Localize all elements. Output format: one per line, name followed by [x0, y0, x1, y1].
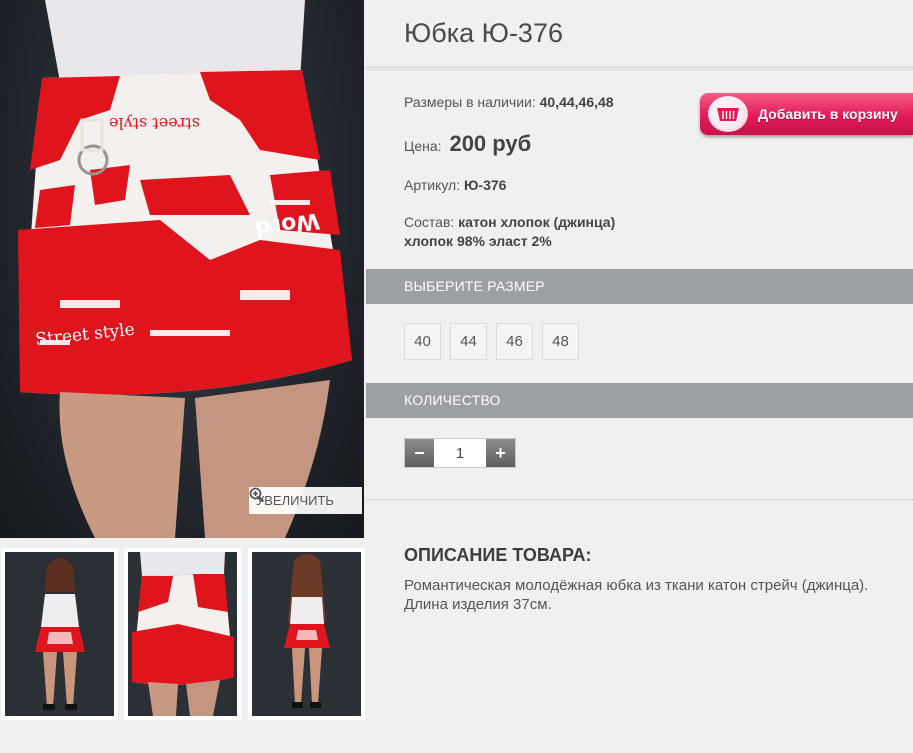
size-option-46[interactable]: 46 [496, 323, 533, 360]
main-product-photo[interactable]: Street style Word street style УВЕЛИЧИТЬ [0, 0, 364, 538]
magnifier-plus-icon [249, 487, 265, 503]
composition: Состав: катон хлопок (джинца) хлопок 98%… [404, 213, 615, 251]
quantity-plus-button[interactable]: + [486, 439, 515, 467]
composition-label: Состав: [404, 214, 455, 230]
thumbnail-back-full[interactable] [248, 548, 365, 720]
price: Цена: 200 руб [404, 131, 531, 157]
quantity-section-header: КОЛИЧЕСТВО [366, 383, 913, 418]
thumbnail-image [284, 554, 330, 708]
zoom-label: УВЕЛИЧИТЬ [256, 493, 334, 508]
size-section-header: ВЫБЕРИТЕ РАЗМЕР [366, 269, 913, 304]
thumbnail-image [132, 552, 234, 716]
description-divider [366, 499, 913, 500]
basket-icon [708, 96, 748, 132]
title-divider [366, 66, 913, 71]
size-options: 40 44 46 48 [404, 323, 579, 360]
composition-line2: хлопок 98% эласт 2% [404, 233, 552, 249]
price-label: Цена: [404, 138, 442, 154]
quantity-input[interactable] [434, 439, 486, 467]
price-value: 200 руб [449, 131, 532, 156]
quantity-stepper: − + [404, 438, 516, 468]
sku: Артикул: Ю-376 [404, 177, 506, 193]
thumbnail-strip [0, 546, 365, 722]
add-to-cart-button[interactable]: Добавить в корзину [700, 93, 913, 135]
quantity-minus-button[interactable]: − [405, 439, 434, 467]
size-option-48[interactable]: 48 [542, 323, 579, 360]
skirt-photo-illustration: Street style Word street style [18, 0, 352, 538]
thumbnail-front-full[interactable] [1, 548, 118, 720]
description-heading: ОПИСАНИЕ ТОВАРА: [404, 545, 592, 565]
thumbnail-image [35, 558, 85, 710]
sku-label: Артикул: [404, 177, 461, 193]
sku-value: Ю-376 [463, 177, 507, 193]
product-title: Юбка Ю-376 [404, 18, 563, 48]
available-sizes-label: Размеры в наличии: [404, 94, 536, 110]
available-sizes: Размеры в наличии: 40,44,46,48 [404, 94, 614, 110]
add-to-cart-label: Добавить в корзину [758, 106, 898, 122]
composition-line1: катон хлопок (джинца) [458, 214, 616, 230]
thumbnail-skirt-closeup[interactable] [124, 548, 241, 720]
svg-text:street style: street style [109, 114, 200, 133]
available-sizes-value: 40,44,46,48 [539, 94, 614, 110]
size-option-40[interactable]: 40 [404, 323, 441, 360]
size-option-44[interactable]: 44 [450, 323, 487, 360]
zoom-button[interactable]: УВЕЛИЧИТЬ [249, 487, 362, 514]
description-text: Романтическая молодёжная юбка из ткани к… [404, 577, 869, 613]
